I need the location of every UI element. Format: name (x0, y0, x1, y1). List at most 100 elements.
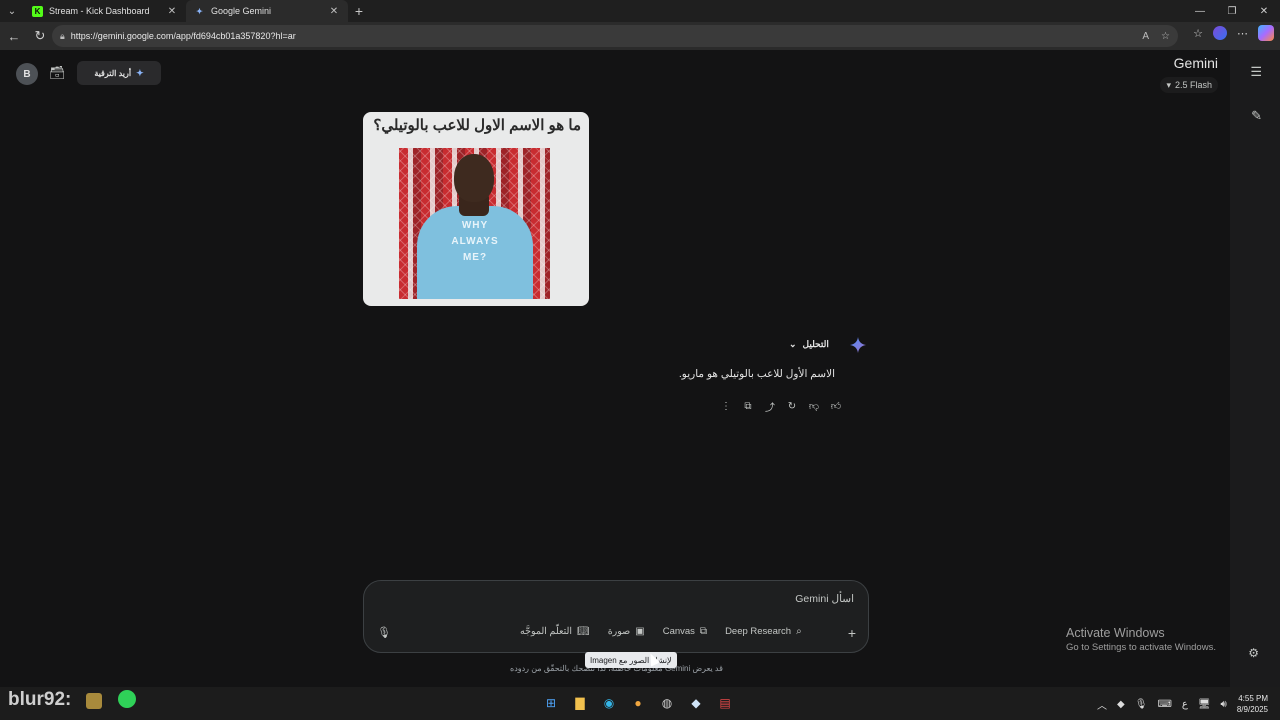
volume-icon[interactable]: 🔊︎ (1221, 699, 1227, 710)
tool-label: Deep Research (725, 626, 792, 637)
thumbs-down-icon[interactable]: 👎︎ (807, 399, 821, 413)
tool-label: التعلّم الموجَّه (520, 626, 572, 637)
tray-steam-icon[interactable]: ◆ (1117, 699, 1125, 710)
network-icon[interactable]: 🖥︎ (1198, 699, 1211, 710)
shirt-text: WHY ALWAYS ME? (451, 220, 499, 263)
tab-title: Google Gemini (211, 6, 272, 16)
prompt-box[interactable]: اسأل Gemini 🎙︎ التعلّم الموجَّه 📖︎ صورة … (363, 580, 869, 653)
new-chat-icon[interactable]: ✎ (1251, 108, 1262, 124)
tray-mic-icon[interactable]: 🎙︎ (1135, 699, 1148, 710)
clock[interactable]: 4:55 PM 8/9/2025 (1237, 693, 1268, 715)
upgrade-button[interactable]: أريد الترقية ✦ (77, 61, 161, 85)
back-arrow-icon[interactable]: ← (2, 24, 26, 48)
close-window-icon[interactable]: ✕ (1248, 0, 1280, 22)
restore-icon[interactable]: ❐ (1216, 0, 1248, 22)
steam-icon[interactable]: ◆ (688, 695, 704, 711)
keyboard-icon[interactable]: ⌨ (1157, 699, 1171, 710)
watermark-line1: Activate Windows (1066, 626, 1165, 640)
caret-down-icon: ▾ (1166, 79, 1171, 90)
gemini-star-icon (850, 337, 866, 353)
settings-icon[interactable]: ⚙ (1248, 646, 1259, 660)
archive-icon[interactable]: 🗃︎ (49, 65, 66, 81)
start-windows-icon[interactable]: ⊞ (543, 695, 559, 711)
copilot-icon[interactable] (1258, 25, 1274, 41)
favorites-icon[interactable]: ☆ (1193, 27, 1203, 40)
player-photo: WHY ALWAYS ME? (399, 148, 550, 299)
image-question-text: ما هو الاسم الاول للاعب بالوتيلي؟ (373, 117, 581, 134)
response-actions: ⋮ ⧉ ⤴ ↻ 👎︎ 👍︎ (719, 399, 843, 414)
sparkle-icon: ✦ (136, 67, 144, 78)
url-text[interactable]: https://gemini.google.com/app/fd694cb01a… (71, 31, 1131, 41)
tool-bar: التعلّم الموجَّه 📖︎ صورة ▣ Canvas ⧉ Deep… (520, 626, 820, 637)
minimize-icon[interactable]: — (1184, 0, 1216, 22)
copy-icon[interactable]: ⧉ (741, 399, 755, 413)
chevron-down-icon: ⌄ (789, 339, 797, 349)
edge-browser-icon[interactable]: ◉ (601, 695, 617, 711)
app-icon[interactable]: ▤ (717, 695, 733, 711)
tool-deep-research[interactable]: Deep Research ⌕ (725, 626, 802, 637)
clock-date: 8/9/2025 (1236, 705, 1268, 714)
book-icon: 📖︎ (577, 626, 590, 637)
analysis-toggle[interactable]: ⌄ التحليل (789, 339, 829, 350)
window-controls: — ❐ ✕ (1184, 0, 1280, 22)
gemini-brand: Gemini (1173, 55, 1218, 71)
profile-extension-icon[interactable] (1213, 26, 1227, 40)
windows-taskbar: blur92: ⊞ ▇ ◉ ● ◍ ◆ ▤ ︿ ◆ 🎙︎ ⌨ ع 🖥︎ 🔊︎ 4… (0, 687, 1280, 720)
share-icon[interactable]: ⤴ (763, 399, 777, 414)
more-options-icon[interactable]: ⋮ (719, 399, 733, 413)
tab-list-chevron-icon[interactable]: ⌄ (0, 0, 24, 22)
kick-favicon-icon: K (32, 5, 43, 17)
tab-close-icon[interactable]: ✕ (328, 6, 340, 17)
file-explorer-icon[interactable]: ▇ (572, 695, 588, 711)
menu-icon[interactable]: ☰ (1250, 64, 1262, 80)
right-sidebar: ☰ ✎ (1230, 50, 1280, 687)
tray-chevron-up-icon[interactable]: ︿ (1097, 697, 1107, 712)
tool-label: Canvas (662, 626, 695, 637)
read-aloud-icon[interactable]: A (1142, 31, 1149, 42)
tool-label: صورة (607, 626, 631, 637)
prompt-input[interactable]: اسأل Gemini (795, 593, 854, 605)
model-selector[interactable]: ▾ 2.5 Flash (1160, 77, 1218, 93)
tool-image[interactable]: صورة ▣ (608, 626, 645, 637)
reload-icon[interactable]: ↻ (28, 24, 52, 48)
tab-title: Stream - Kick Dashboard (49, 6, 150, 16)
browser-extensions: ☆ ⋯ (1193, 25, 1274, 41)
discord-like-app-icon[interactable]: ● (630, 695, 646, 711)
regenerate-icon[interactable]: ↻ (785, 399, 799, 413)
add-attachment-icon[interactable]: + (848, 625, 856, 641)
browser-tab-strip: ⌄ K Stream - Kick Dashboard ✕ ✦ Google G… (0, 0, 1280, 22)
image-tool-tooltip: لإنشاء الصور مع Imagen (585, 652, 677, 668)
image-icon: ▣ (635, 626, 645, 637)
canvas-icon: ⧉ (699, 626, 708, 637)
obs-icon[interactable]: ◍ (659, 695, 675, 711)
overlay-emote-icon (118, 690, 136, 708)
response-text: الاسم الأول للاعب بالوتيلي هو ماريو. (678, 368, 835, 380)
browser-toolbar: ← ↻ 🔒︎ https://gemini.google.com/app/fd6… (0, 22, 1280, 50)
address-bar[interactable]: 🔒︎ https://gemini.google.com/app/fd694cb… (52, 25, 1178, 47)
overlay-badge-icon (86, 693, 102, 709)
tab-google-gemini[interactable]: ✦ Google Gemini ✕ (186, 0, 348, 22)
tool-canvas[interactable]: Canvas ⧉ (663, 626, 707, 637)
favorite-star-icon[interactable]: ☆ (1161, 31, 1170, 42)
deep-research-icon: ⌕ (796, 626, 802, 637)
activate-windows-watermark: Activate Windows Go to Settings to activ… (1066, 626, 1216, 653)
lock-icon[interactable]: 🔒︎ (60, 31, 65, 42)
new-tab-button[interactable]: + (348, 0, 370, 22)
microphone-icon[interactable]: 🎙︎ (377, 626, 391, 639)
clock-time: 4:55 PM (1238, 694, 1268, 703)
stream-overlay-name: blur92: (8, 689, 72, 710)
tab-close-icon[interactable]: ✕ (166, 6, 178, 17)
more-menu-icon[interactable]: ⋯ (1237, 27, 1248, 40)
upgrade-label: أريد الترقية (94, 68, 132, 78)
system-tray: ︿ ◆ 🎙︎ ⌨ ع 🖥︎ 🔊︎ 4:55 PM 8/9/2025 (1097, 693, 1268, 715)
gemini-favicon-icon: ✦ (196, 6, 203, 16)
taskbar-apps: ⊞ ▇ ◉ ● ◍ ◆ ▤ (543, 695, 733, 711)
thumbs-up-icon[interactable]: 👍︎ (829, 399, 843, 413)
analysis-label: التحليل (802, 339, 829, 349)
tool-guided-learning[interactable]: التعلّم الموجَّه 📖︎ (520, 626, 590, 637)
input-language[interactable]: ع (1182, 699, 1188, 710)
avatar[interactable]: B (16, 63, 38, 85)
tab-kick-dashboard[interactable]: K Stream - Kick Dashboard ✕ (24, 0, 186, 22)
gemini-page: B 🗃︎ أريد الترقية ✦ Gemini ▾ 2.5 Flash ☰… (0, 50, 1280, 687)
uploaded-image-card[interactable]: ما هو الاسم الاول للاعب بالوتيلي؟ WHY AL… (363, 112, 589, 306)
